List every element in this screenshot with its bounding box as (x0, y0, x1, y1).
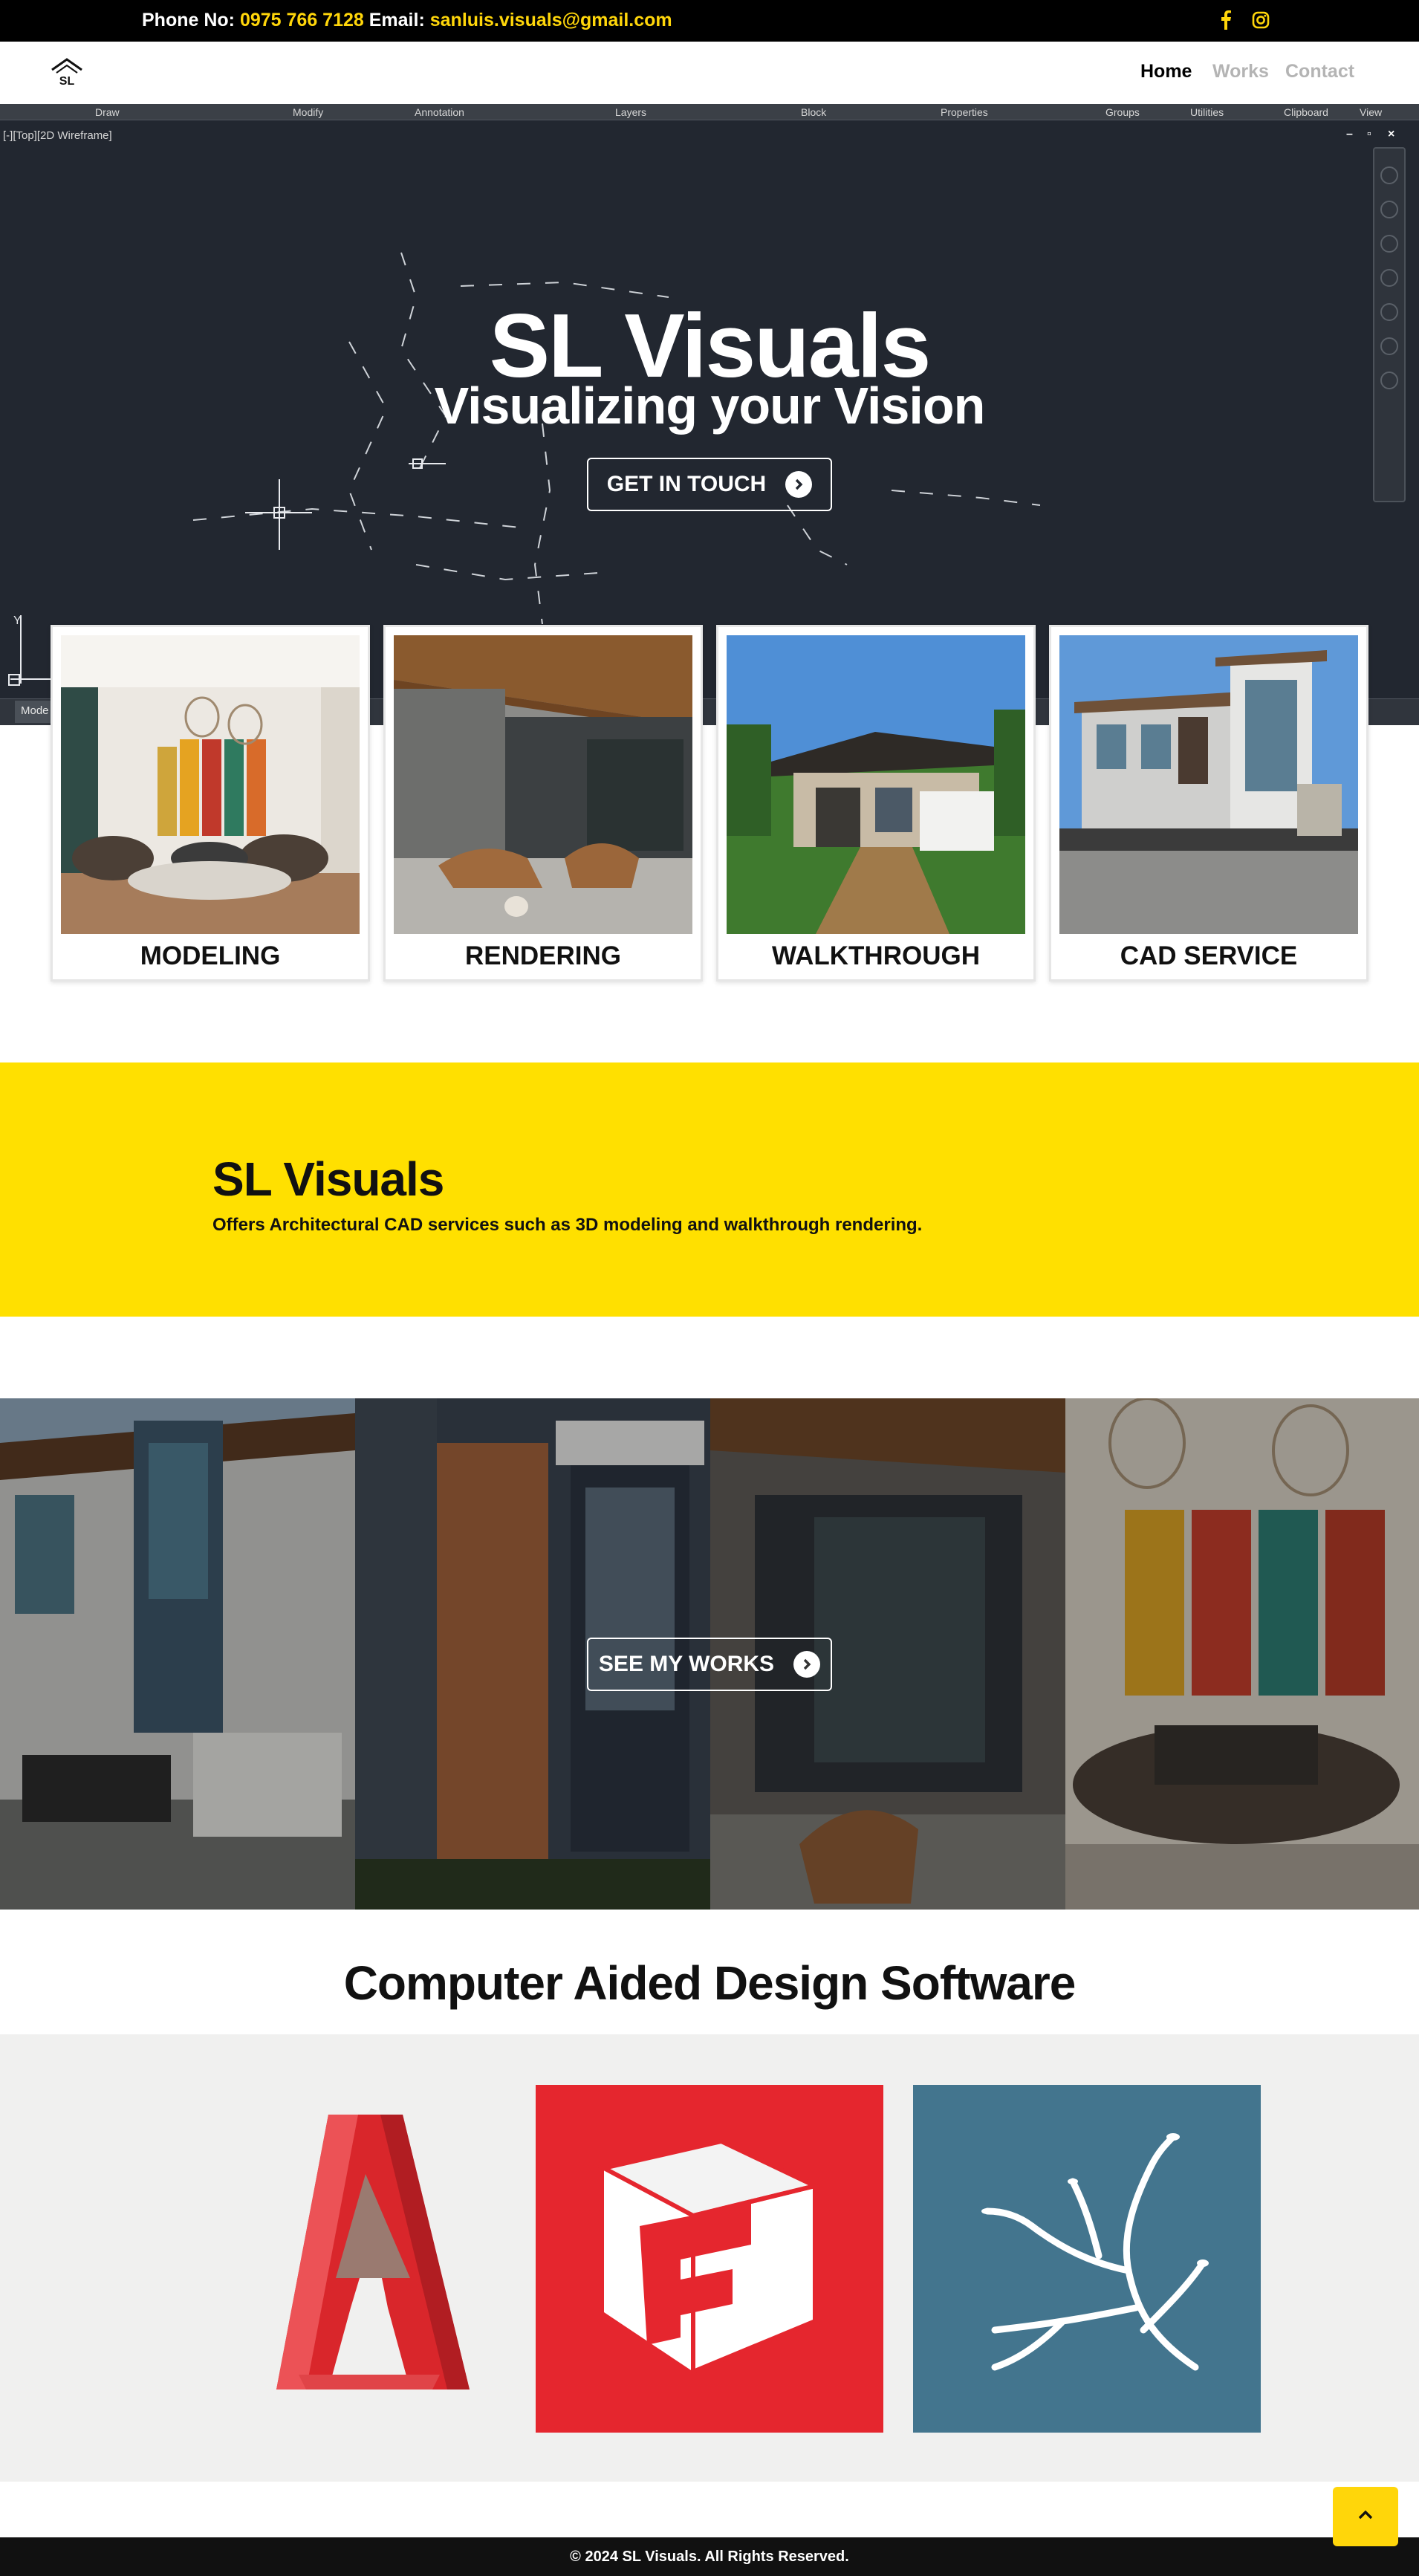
service-card-cad-service[interactable]: CAD SERVICE (1049, 625, 1368, 982)
arrow-right-icon (785, 471, 813, 498)
hero-subtitle: Visualizing your Vision (434, 377, 986, 435)
about-title: SL Visuals (212, 1152, 444, 1206)
svg-text:Y: Y (13, 614, 22, 627)
cad-service-image (1059, 635, 1358, 934)
autocad-logo-icon (187, 2085, 535, 2433)
nav-home[interactable]: Home (1140, 61, 1192, 82)
see-my-works-label: SEE MY WORKS (598, 1652, 775, 1676)
contact-info: Phone No: 0975 766 7128 Email: sanluis.v… (142, 10, 672, 31)
scroll-to-top-button[interactable] (1333, 2487, 1398, 2546)
lumion-logo-icon (913, 2085, 1261, 2433)
service-card-modeling[interactable]: MODELING (51, 625, 370, 982)
service-label-rendering: RENDERING (464, 941, 622, 970)
phone-number[interactable]: 0975 766 7128 (240, 10, 364, 30)
main-navbar: SL Home Works Contact (0, 42, 1419, 104)
modeling-image (61, 635, 360, 934)
logo-text: SL (59, 75, 75, 88)
service-label-walkthrough: WALKTHROUGH (772, 941, 980, 970)
works-section: SEE MY WORKS (0, 1398, 1419, 1910)
get-in-touch-button[interactable]: GET IN TOUCH (587, 458, 832, 511)
service-card-rendering[interactable]: RENDERING (383, 625, 703, 982)
instagram-icon[interactable] (1251, 9, 1270, 31)
service-label-modeling: MODELING (140, 941, 281, 970)
copyright-text: © 2024 SL Visuals. All Rights Reserved. (570, 2549, 849, 2565)
see-my-works-button[interactable]: SEE MY WORKS (587, 1638, 832, 1691)
nav-works[interactable]: Works (1212, 61, 1269, 82)
phone-label: Phone No: (142, 10, 235, 30)
software-title: Computer Aided Design Software (343, 1956, 1077, 2010)
email-label: Email: (368, 10, 425, 30)
rendering-image (394, 635, 692, 934)
get-in-touch-label: GET IN TOUCH (606, 472, 767, 496)
site-logo[interactable]: SL (48, 53, 86, 92)
walkthrough-image (727, 635, 1025, 934)
top-contact-bar: Phone No: 0975 766 7128 Email: sanluis.v… (0, 0, 1419, 42)
service-label-cad-service: CAD SERVICE (1120, 941, 1298, 970)
about-section: SL Visuals Offers Architectural CAD serv… (0, 1062, 1419, 1317)
sketchup-logo-icon (536, 2085, 883, 2433)
facebook-icon[interactable] (1216, 9, 1235, 31)
about-text: Offers Architectural CAD services such a… (212, 1215, 923, 1235)
arrow-right-icon (793, 1651, 821, 1678)
site-footer: © 2024 SL Visuals. All Rights Reserved. (0, 2537, 1419, 2576)
email-address[interactable]: sanluis.visuals@gmail.com (430, 10, 672, 30)
nav-contact[interactable]: Contact (1285, 61, 1354, 82)
service-card-walkthrough[interactable]: WALKTHROUGH (716, 625, 1036, 982)
chevron-up-icon (1357, 2509, 1374, 2525)
